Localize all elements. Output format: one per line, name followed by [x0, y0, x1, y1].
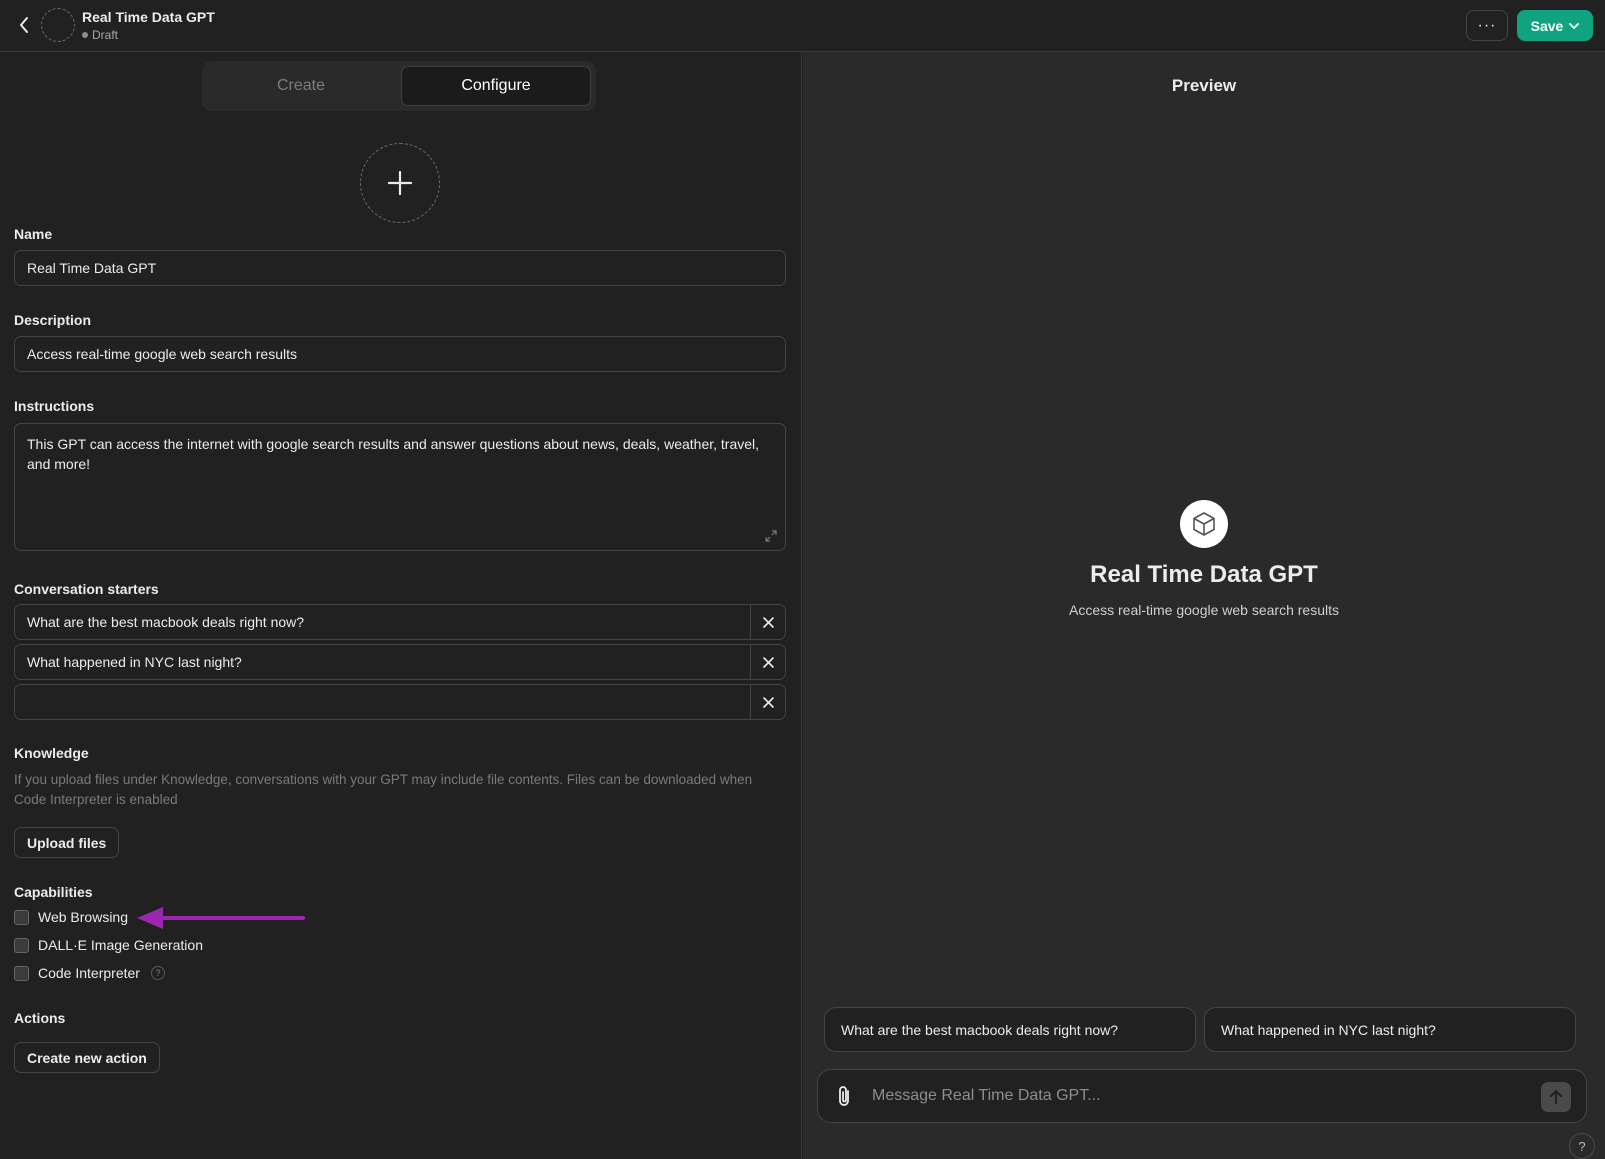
- help-icon[interactable]: ?: [150, 966, 165, 980]
- web-browsing-checkbox[interactable]: [14, 909, 29, 925]
- upload-files-button[interactable]: Upload files: [14, 827, 120, 858]
- capability-dalle: DALL·E Image Generation: [14, 937, 203, 953]
- avatar-upload-button[interactable]: [360, 143, 440, 223]
- preview-gpt-name: Real Time Data GPT: [1090, 561, 1318, 588]
- knowledge-label: Knowledge: [14, 745, 89, 761]
- create-action-button[interactable]: Create new action: [14, 1042, 160, 1073]
- preview-gpt-description: Access real-time google web search resul…: [1068, 602, 1339, 618]
- preview-title: Preview: [1171, 76, 1237, 95]
- app-title: Real Time Data GPT: [82, 9, 215, 25]
- help-button[interactable]: ?: [1569, 1133, 1595, 1159]
- starters-label: Conversation starters: [14, 581, 159, 597]
- starter-row: [14, 684, 786, 720]
- capability-label: Web Browsing: [38, 909, 129, 925]
- instructions-textarea[interactable]: This GPT can access the internet with go…: [14, 423, 786, 551]
- close-icon: [762, 616, 774, 628]
- message-input[interactable]: [872, 1070, 1512, 1122]
- paperclip-icon: [839, 1086, 849, 1106]
- name-label: Name: [14, 226, 53, 242]
- remove-starter-button[interactable]: [750, 644, 786, 680]
- preview-panel: Preview Real Time Data GPT Access real-t…: [803, 52, 1605, 1159]
- draft-label: Draft: [92, 28, 119, 42]
- actions-label: Actions: [14, 1010, 66, 1026]
- send-button[interactable]: [1541, 1082, 1571, 1112]
- description-input[interactable]: Access real-time google web search resul…: [14, 336, 786, 372]
- save-label: Save: [1530, 17, 1564, 34]
- tab-configure[interactable]: Configure: [401, 66, 591, 106]
- draft-status: Draft: [82, 28, 215, 42]
- starter-row: What happened in NYC last night?: [14, 644, 786, 680]
- name-input[interactable]: Real Time Data GPT: [14, 250, 786, 286]
- close-icon: [762, 656, 774, 668]
- save-button[interactable]: Save: [1517, 10, 1593, 41]
- mode-tabs: Create Configure: [202, 61, 596, 111]
- arrow-up-icon: [1550, 1090, 1562, 1104]
- status-dot-icon: [82, 32, 88, 38]
- capability-label: Code Interpreter: [38, 965, 140, 981]
- more-options-button[interactable]: ···: [1466, 10, 1508, 41]
- gpt-cube-icon: [1180, 500, 1228, 548]
- gpt-avatar[interactable]: [41, 8, 75, 42]
- configure-panel: Create Configure Name Real Time Data GPT…: [0, 52, 802, 1159]
- capability-web-browsing: Web Browsing: [14, 909, 128, 925]
- starter-input[interactable]: What are the best macbook deals right no…: [14, 604, 751, 640]
- starter-input[interactable]: [14, 684, 751, 720]
- preview-starter-card[interactable]: What are the best macbook deals right no…: [824, 1007, 1196, 1052]
- description-label: Description: [14, 312, 92, 328]
- annotation-arrow-icon: [137, 907, 305, 929]
- chevron-left-icon: [20, 17, 28, 33]
- title-block: Real Time Data GPT Draft: [82, 9, 215, 42]
- starter-input[interactable]: What happened in NYC last night?: [14, 644, 751, 680]
- attach-button[interactable]: [834, 1084, 854, 1111]
- code-interpreter-checkbox[interactable]: [14, 965, 29, 981]
- knowledge-note: If you upload files under Knowledge, con…: [14, 772, 753, 807]
- starter-row: What are the best macbook deals right no…: [14, 604, 786, 640]
- top-header: Real Time Data GPT Draft ··· Save: [0, 0, 1605, 52]
- plus-icon: [387, 170, 413, 196]
- capability-label: DALL·E Image Generation: [38, 937, 203, 953]
- expand-icon[interactable]: [765, 530, 777, 542]
- instructions-label: Instructions: [14, 398, 95, 414]
- instructions-text: This GPT can access the internet with go…: [27, 436, 760, 472]
- remove-starter-button[interactable]: [750, 684, 786, 720]
- capability-code-interpreter: Code Interpreter ?: [14, 965, 165, 981]
- back-button[interactable]: [12, 12, 36, 38]
- remove-starter-button[interactable]: [750, 604, 786, 640]
- chevron-down-icon: [1569, 22, 1580, 29]
- message-composer: [817, 1069, 1587, 1123]
- tab-create[interactable]: Create: [207, 66, 395, 106]
- capabilities-label: Capabilities: [14, 884, 93, 900]
- dalle-checkbox[interactable]: [14, 937, 29, 953]
- close-icon: [762, 696, 774, 708]
- preview-starter-card[interactable]: What happened in NYC last night?: [1204, 1007, 1576, 1052]
